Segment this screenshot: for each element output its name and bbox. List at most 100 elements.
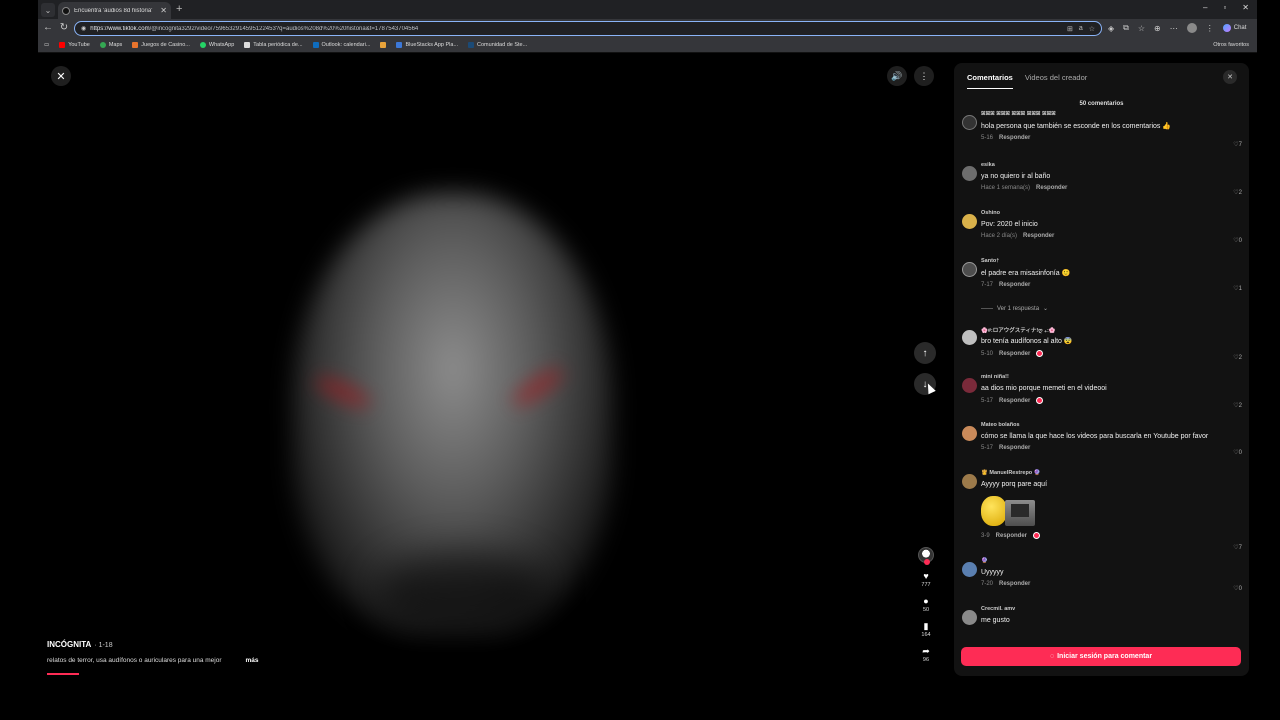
avatar[interactable] — [962, 610, 977, 625]
extensions-puzzle-icon[interactable]: ⧉ — [1123, 23, 1129, 33]
avatar[interactable] — [962, 330, 977, 345]
active-tab[interactable]: Encuentra 'audios 8d historia' ✕ — [58, 2, 171, 19]
comment-date: 5-17 — [981, 397, 994, 404]
tab-creator-videos[interactable]: Videos del creador — [1025, 73, 1087, 89]
comment-username[interactable]: Crecmil. amv — [981, 606, 1241, 614]
install-app-icon[interactable]: ⊞ — [1067, 25, 1073, 33]
reply-button[interactable]: Responder — [1036, 185, 1067, 191]
comment-like[interactable]: ♡0 — [1233, 237, 1242, 244]
comment-date: Hace 1 semana(s) — [981, 185, 1031, 191]
collections-icon[interactable]: ⊕ — [1154, 24, 1161, 33]
address-bar[interactable]: ◉ https://www.tiktok.com/@incognita3292/… — [74, 21, 1102, 36]
comment-like[interactable]: ♡7 — [1233, 544, 1242, 551]
url-text: https://www.tiktok.com/@incognita3292/vi… — [90, 25, 419, 32]
tab-close-icon[interactable]: ✕ — [160, 6, 167, 15]
other-bookmarks[interactable]: Otros favoritos — [1213, 42, 1249, 48]
bookmark-bluestacks[interactable]: BlueStacks App Pla... — [396, 42, 458, 48]
minimize-icon[interactable]: – — [1203, 3, 1207, 12]
comment-date: 5-17 — [981, 445, 994, 451]
browser-menu-icon[interactable]: ⋮ — [1206, 24, 1214, 33]
previous-video-button[interactable]: ↑ — [914, 342, 936, 364]
avatar[interactable] — [962, 262, 977, 277]
share-action[interactable]: ➦ 96 — [922, 646, 930, 663]
avatar[interactable] — [962, 378, 977, 393]
avatar[interactable] — [962, 166, 977, 181]
close-video-button[interactable]: ✕ — [51, 66, 71, 86]
comment-like[interactable]: ♡0 — [1233, 585, 1242, 592]
reply-button[interactable]: Responder — [999, 398, 1030, 404]
comment-username[interactable]: 👸 ManuelRestrepo 🔮 — [981, 470, 1241, 478]
comment-like[interactable]: ♡2 — [1233, 189, 1242, 196]
reload-icon[interactable]: ↻ — [58, 22, 70, 33]
extension-icon[interactable]: ◈ — [1108, 24, 1114, 33]
view-replies-button[interactable]: Ver 1 respuesta ⌄ — [981, 305, 1048, 312]
avatar[interactable] — [962, 474, 977, 489]
avatar[interactable] — [962, 214, 977, 229]
bookmark-periodic-table[interactable]: Tabla periódica de... — [244, 42, 303, 48]
bookmark-apps-icon[interactable]: ▭ — [44, 42, 49, 48]
video-player[interactable]: ✕ 🔊 ⋮ ↑ ↓ ♥ 777 ● 50 ▮ 164 ➦ 96 INCÓGNITA · 1… — [38, 53, 950, 686]
follow-plus-icon[interactable] — [924, 559, 930, 565]
translate-icon[interactable]: a — [1079, 25, 1083, 33]
save-action[interactable]: ▮ 164 — [921, 621, 930, 638]
panel-close-icon[interactable]: ✕ — [1223, 70, 1237, 84]
comment-username[interactable]: Santo† — [981, 258, 1241, 266]
comment-username[interactable]: esika — [981, 162, 1241, 170]
chat-button[interactable]: Chat — [1222, 24, 1246, 32]
creator-avatar[interactable] — [918, 547, 934, 565]
comment-username[interactable]: Mateo bolaños — [981, 422, 1241, 430]
reply-button[interactable]: Responder — [999, 135, 1030, 141]
comment-like[interactable]: ♡0 — [1233, 449, 1242, 456]
more-tools-icon[interactable]: ⋯ — [1170, 24, 1178, 33]
comment-username[interactable]: mini niña!! — [981, 374, 1241, 382]
reply-button[interactable]: Responder — [999, 581, 1030, 587]
author-name[interactable]: INCÓGNITA — [47, 640, 91, 649]
reply-button[interactable]: Responder — [996, 533, 1027, 539]
site-info-icon[interactable]: ◉ — [81, 25, 86, 32]
login-to-comment-button[interactable]: ◌ Iniciar sesión para comentar — [961, 647, 1241, 666]
comment-username[interactable]: 🔮 — [981, 558, 1241, 566]
more-options-icon[interactable]: ⋮ — [914, 66, 934, 86]
tiktok-favicon-icon — [62, 6, 70, 15]
video-progress-bar[interactable] — [47, 673, 79, 675]
back-icon[interactable]: ← — [42, 22, 54, 33]
reply-button[interactable]: Responder — [999, 282, 1030, 288]
bookmark-maps[interactable]: Maps — [99, 42, 122, 48]
maximize-icon[interactable]: ▫ — [1223, 3, 1226, 12]
tab-comments[interactable]: Comentarios — [967, 73, 1013, 89]
bookmark-folder[interactable] — [380, 42, 387, 48]
comment-text: aa dios mio porque memeti en el videooi — [981, 385, 1107, 392]
bookmark-outlook[interactable]: Outlook: calendari... — [312, 42, 370, 48]
tab-search-icon[interactable]: ⌄ — [41, 3, 55, 17]
bookmark-steam[interactable]: Comunidad de Ste... — [468, 42, 527, 48]
bookmark-star-icon[interactable]: ☆ — [1089, 25, 1095, 33]
outlook-icon — [312, 42, 319, 48]
avatar[interactable] — [962, 426, 977, 441]
reply-button[interactable]: Responder — [999, 351, 1030, 357]
new-tab-icon[interactable]: + — [176, 3, 182, 15]
comment-like[interactable]: ♡1 — [1233, 285, 1242, 292]
bookmark-casino[interactable]: Juegos de Casino... — [132, 42, 190, 48]
bookmark-youtube[interactable]: YouTube — [59, 42, 90, 48]
favorites-icon[interactable]: ☆ — [1138, 24, 1145, 33]
more-link[interactable]: más — [246, 657, 259, 664]
comment-username[interactable]: 🌸#:ロアウグスティナ!ღ ₊:🌸 — [981, 326, 1241, 334]
avatar[interactable] — [962, 562, 977, 577]
comment-like[interactable]: ♡2 — [1233, 354, 1242, 361]
like-action[interactable]: ♥ 777 — [921, 571, 930, 588]
comment-action[interactable]: ● 50 — [923, 596, 929, 613]
volume-icon[interactable]: 🔊 — [887, 66, 907, 86]
bookmark-whatsapp[interactable]: WhatsApp — [199, 42, 234, 48]
video-date: · 1-18 — [94, 642, 113, 649]
reply-button[interactable]: Responder — [999, 445, 1030, 451]
profile-avatar[interactable] — [1186, 23, 1197, 33]
comment-username[interactable]: ꕤꕤꕤ ꕤꕤꕤ ꕤꕤꕤ ꕤꕤꕤ ꕤꕤꕤ — [981, 111, 1241, 119]
comments-panel: Comentarios Videos del creador ✕ 50 come… — [954, 63, 1249, 676]
bookmarks-bar: ▭ YouTube Maps Juegos de Casino... Whats… — [38, 38, 1257, 53]
window-close-icon[interactable]: ✕ — [1242, 3, 1249, 12]
avatar[interactable] — [962, 115, 977, 130]
comment-username[interactable]: Oshino — [981, 210, 1241, 218]
reply-button[interactable]: Responder — [1023, 233, 1054, 239]
comment-like[interactable]: ♡2 — [1233, 402, 1242, 409]
comment-like[interactable]: ♡7 — [1233, 141, 1242, 148]
